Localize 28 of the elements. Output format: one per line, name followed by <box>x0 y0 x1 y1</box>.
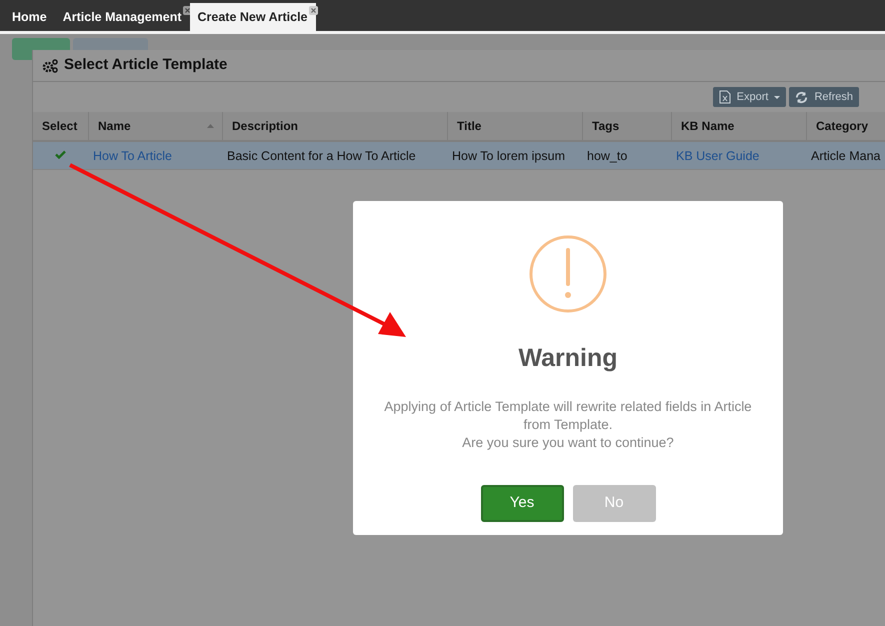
column-header[interactable]: Category <box>806 112 885 140</box>
dialog-title: Select Article Template <box>64 55 228 76</box>
tab[interactable]: Home <box>4 3 55 31</box>
table-cell: Article Mana <box>811 148 880 162</box>
column-header[interactable]: KB Name <box>671 112 806 140</box>
warning-message: Are you sure you want to continue? <box>462 434 674 452</box>
sort-icon <box>207 124 214 128</box>
export-button[interactable]: Export <box>712 87 786 107</box>
warning-message: Applying of Article Template will rewrite related fields in Article from Template. <box>383 398 753 434</box>
warning-title: Warning <box>518 343 618 374</box>
spreadsheet-icon <box>718 90 731 104</box>
gears-icon <box>42 58 58 72</box>
column-header[interactable]: Name <box>88 112 222 140</box>
column-header[interactable]: Select <box>33 112 88 140</box>
column-header[interactable]: Title <box>447 112 582 140</box>
refresh-icon <box>795 90 808 104</box>
column-header[interactable]: Tags <box>582 112 671 140</box>
table-cell: How To lorem ipsum <box>452 148 566 162</box>
checkmark-icon[interactable] <box>55 150 66 158</box>
yes-button[interactable]: Yes <box>480 484 564 522</box>
column-header[interactable]: Description <box>222 112 447 140</box>
table-cell: Basic Content for a How To Article <box>227 148 416 162</box>
refresh-button[interactable]: Refresh <box>789 87 859 107</box>
close-icon[interactable] <box>308 6 318 15</box>
tab[interactable]: Create New Article <box>190 3 316 31</box>
table-row[interactable]: How To Article Basic Content for a How To Article How To lorem ipsum how_to KB User Guide Article Mana <box>33 142 885 170</box>
table-cell: how_to <box>587 148 628 162</box>
warning-icon <box>528 234 608 314</box>
